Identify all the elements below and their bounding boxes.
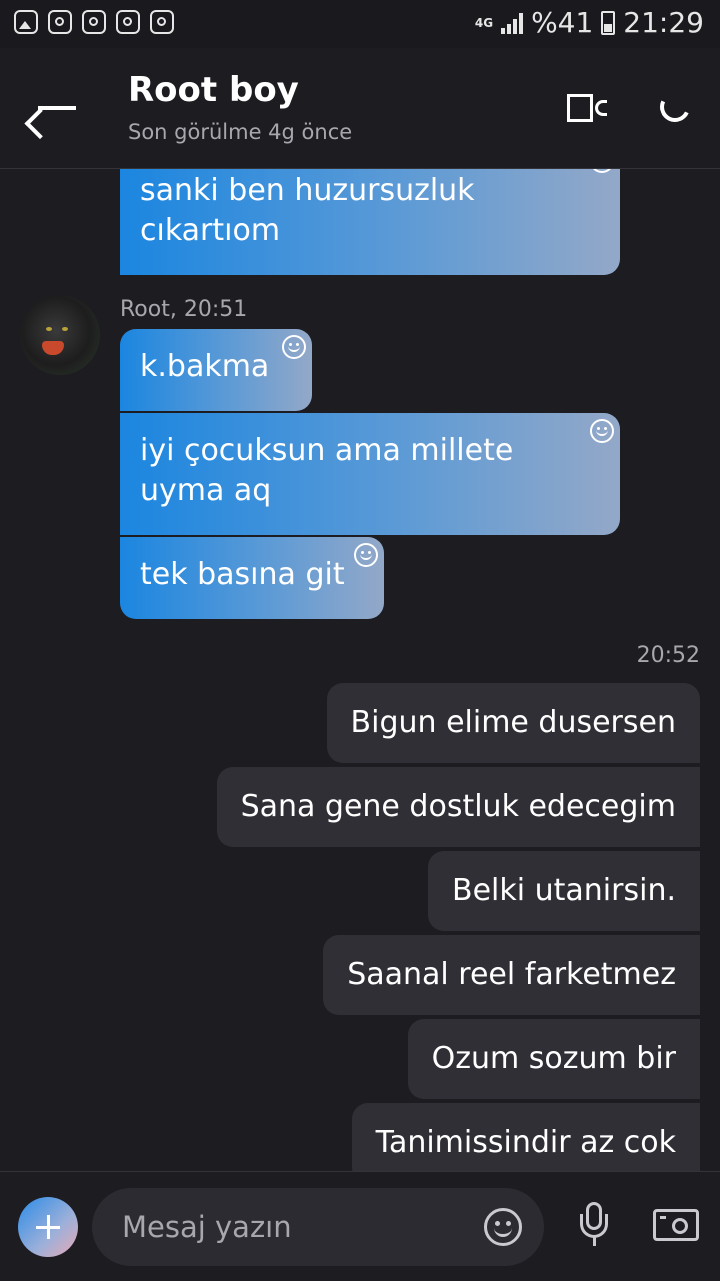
emoji-icon[interactable] — [484, 1208, 522, 1246]
message-input[interactable] — [92, 1188, 544, 1266]
back-arrow-icon[interactable] — [24, 90, 76, 140]
message-bubble-outgoing[interactable]: Ozum sozum bir — [407, 1019, 700, 1099]
battery-percent: %41 — [531, 6, 594, 39]
message-text: Saanal reel farketmez — [347, 957, 676, 992]
notification-icons — [14, 10, 174, 34]
message-text: k.bakma — [140, 349, 270, 384]
battery-icon — [601, 10, 616, 35]
gallery-icon — [14, 10, 38, 34]
clock: 21:29 — [623, 6, 704, 39]
message-text: Ozum sozum bir — [431, 1041, 676, 1076]
instagram-icon — [82, 10, 106, 34]
message-bubble-outgoing[interactable]: Tanimissindir az cok — [351, 1103, 700, 1171]
camera-icon[interactable] — [653, 1209, 699, 1241]
message-bubble-incoming[interactable]: k.bakma — [120, 329, 312, 411]
message-text: iyi çocuksun ama millete uyma aq — [140, 433, 514, 508]
message-bubble-outgoing[interactable]: Bigun elime dusersen — [326, 683, 700, 763]
message-composer — [0, 1171, 720, 1281]
message-text: Belki utanirsin. — [452, 873, 676, 908]
react-emoji-icon[interactable] — [590, 419, 614, 443]
message-timestamp: 20:52 — [636, 643, 700, 668]
message-text: tek basına git — [140, 557, 345, 592]
video-call-icon[interactable] — [567, 94, 609, 124]
last-seen: Son görülme 4g önce — [128, 120, 353, 144]
message-text: Bigun elime dusersen — [350, 705, 676, 740]
message-bubble-outgoing[interactable]: Saanal reel farketmez — [323, 935, 700, 1015]
react-emoji-icon[interactable] — [590, 169, 614, 173]
chat-header: Root boy Son görülme 4g önce — [0, 48, 720, 169]
instagram-icon — [48, 10, 72, 34]
react-emoji-icon[interactable] — [354, 543, 378, 567]
message-bubble-incoming[interactable]: tek basına git — [120, 537, 384, 619]
message-bubble-outgoing[interactable]: Sana gene dostluk edecegim — [216, 767, 700, 847]
network-type: 4G — [474, 15, 494, 30]
add-attachment-button[interactable] — [18, 1197, 78, 1257]
message-list[interactable]: sanki ben huzursuzluk cıkartıom Root, 20… — [0, 169, 720, 1171]
message-bubble-incoming[interactable]: iyi çocuksun ama millete uyma aq — [120, 413, 620, 535]
instagram-icon — [150, 10, 174, 34]
message-bubble-outgoing[interactable]: Belki utanirsin. — [428, 851, 700, 931]
message-text: Sana gene dostluk edecegim — [240, 789, 676, 824]
sender-timestamp: Root, 20:51 — [120, 297, 248, 322]
microphone-icon[interactable] — [578, 1202, 610, 1248]
message-text: sanki ben huzursuzluk cıkartıom — [140, 173, 475, 248]
react-emoji-icon[interactable] — [282, 335, 306, 359]
phone-call-icon[interactable] — [655, 87, 696, 128]
instagram-icon — [116, 10, 140, 34]
avatar[interactable] — [20, 295, 100, 375]
message-bubble-incoming[interactable]: sanki ben huzursuzluk cıkartıom — [120, 169, 620, 275]
status-bar: 4G %41 21:29 — [0, 0, 720, 48]
contact-name[interactable]: Root boy — [128, 70, 299, 110]
message-text: Tanimissindir az cok — [375, 1125, 676, 1160]
signal-icon — [501, 12, 524, 34]
